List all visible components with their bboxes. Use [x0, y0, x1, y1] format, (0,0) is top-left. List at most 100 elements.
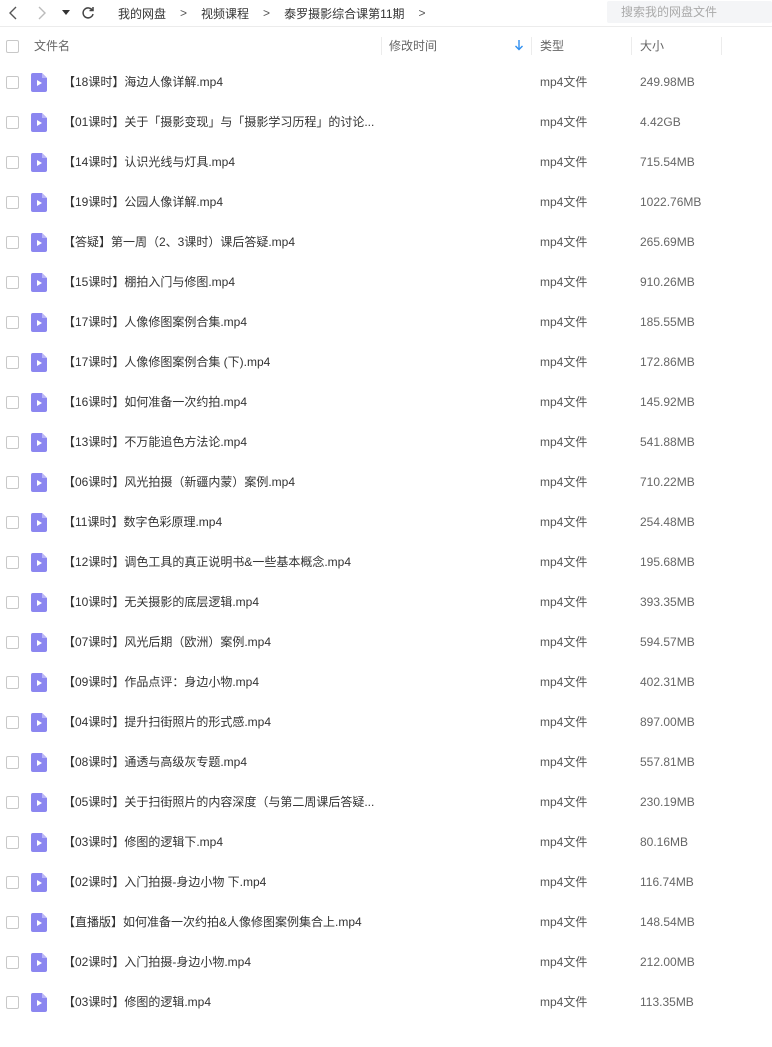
video-file-icon [31, 753, 47, 772]
row-checkbox[interactable] [6, 996, 19, 1009]
breadcrumb-separator: > [263, 6, 271, 20]
file-row[interactable]: 【11课时】数字色彩原理.mp4 mp4文件 254.48MB [0, 502, 772, 542]
column-header-modified[interactable]: 修改时间 [389, 33, 437, 59]
file-row[interactable]: 【03课时】修图的逻辑.mp4 mp4文件 113.35MB [0, 982, 772, 1022]
file-row[interactable]: 【12课时】调色工具的真正说明书&一些基本概念.mp4 mp4文件 195.68… [0, 542, 772, 582]
file-row[interactable]: 【15课时】棚拍入门与修图.mp4 mp4文件 910.26MB [0, 262, 772, 302]
column-header-name[interactable]: 文件名 [34, 33, 70, 59]
forward-button[interactable] [32, 3, 52, 23]
row-checkbox[interactable] [6, 276, 19, 289]
file-name[interactable]: 【01课时】关于「摄影变现」与「摄影学习历程」的讨论... [63, 102, 383, 142]
file-row[interactable]: 【14课时】认识光线与灯具.mp4 mp4文件 715.54MB [0, 142, 772, 182]
row-checkbox[interactable] [6, 436, 19, 449]
file-name[interactable]: 【03课时】修图的逻辑下.mp4 [63, 822, 383, 862]
row-checkbox[interactable] [6, 116, 19, 129]
file-row[interactable]: 【直播版】如何准备一次约拍&人像修图案例集合上.mp4 mp4文件 148.54… [0, 902, 772, 942]
file-name[interactable]: 【03课时】修图的逻辑.mp4 [63, 982, 383, 1022]
row-checkbox[interactable] [6, 556, 19, 569]
row-checkbox[interactable] [6, 956, 19, 969]
file-row[interactable]: 【04课时】提升扫街照片的形式感.mp4 mp4文件 897.00MB [0, 702, 772, 742]
file-row[interactable]: 【09课时】作品点评：身边小物.mp4 mp4文件 402.31MB [0, 662, 772, 702]
file-name[interactable]: 【08课时】通透与高级灰专题.mp4 [63, 742, 383, 782]
row-checkbox[interactable] [6, 236, 19, 249]
breadcrumb-item-current-folder[interactable]: 泰罗摄影综合课第11期 [284, 5, 404, 22]
history-dropdown-button[interactable] [58, 3, 74, 23]
sort-descending-icon[interactable] [514, 39, 524, 51]
file-row[interactable]: 【08课时】通透与高级灰专题.mp4 mp4文件 557.81MB [0, 742, 772, 782]
file-row[interactable]: 【05课时】关于扫街照片的内容深度（与第二周课后答疑... mp4文件 230.… [0, 782, 772, 822]
file-type: mp4文件 [540, 75, 588, 89]
file-row[interactable]: 【02课时】入门拍摄-身边小物 下.mp4 mp4文件 116.74MB [0, 862, 772, 902]
column-header-size[interactable]: 大小 [640, 33, 664, 59]
row-checkbox[interactable] [6, 476, 19, 489]
file-row[interactable]: 【10课时】无关摄影的底层逻辑.mp4 mp4文件 393.35MB [0, 582, 772, 622]
row-checkbox[interactable] [6, 76, 19, 89]
file-name[interactable]: 【15课时】棚拍入门与修图.mp4 [63, 262, 383, 302]
file-row[interactable]: 【16课时】如何准备一次约拍.mp4 mp4文件 145.92MB [0, 382, 772, 422]
file-row[interactable]: 【17课时】人像修图案例合集.mp4 mp4文件 185.55MB [0, 302, 772, 342]
file-row[interactable]: 【07课时】风光后期（欧洲）案例.mp4 mp4文件 594.57MB [0, 622, 772, 662]
file-name[interactable]: 【09课时】作品点评：身边小物.mp4 [63, 662, 383, 702]
row-checkbox[interactable] [6, 396, 19, 409]
row-checkbox[interactable] [6, 756, 19, 769]
file-type: mp4文件 [540, 915, 588, 929]
file-name[interactable]: 【直播版】如何准备一次约拍&人像修图案例集合上.mp4 [63, 902, 383, 942]
breadcrumb-expand[interactable]: > [419, 6, 426, 20]
row-checkbox[interactable] [6, 596, 19, 609]
file-name[interactable]: 【04课时】提升扫街照片的形式感.mp4 [63, 702, 383, 742]
file-name[interactable]: 【答疑】第一周（2、3课时）课后答疑.mp4 [63, 222, 383, 262]
video-file-icon [31, 233, 47, 252]
column-divider[interactable] [381, 37, 382, 55]
file-row[interactable]: 【答疑】第一周（2、3课时）课后答疑.mp4 mp4文件 265.69MB [0, 222, 772, 262]
file-row[interactable]: 【17课时】人像修图案例合集 (下).mp4 mp4文件 172.86MB [0, 342, 772, 382]
file-row[interactable]: 【06课时】风光拍摄（新疆内蒙）案例.mp4 mp4文件 710.22MB [0, 462, 772, 502]
file-size: 594.57MB [640, 635, 695, 649]
column-divider[interactable] [531, 37, 532, 55]
file-name[interactable]: 【13课时】不万能追色方法论.mp4 [63, 422, 383, 462]
row-checkbox[interactable] [6, 316, 19, 329]
file-type: mp4文件 [540, 995, 588, 1009]
row-checkbox[interactable] [6, 356, 19, 369]
row-checkbox[interactable] [6, 516, 19, 529]
select-all-checkbox[interactable] [6, 40, 19, 53]
search-input[interactable] [607, 1, 772, 23]
file-name[interactable]: 【07课时】风光后期（欧洲）案例.mp4 [63, 622, 383, 662]
file-row[interactable]: 【19课时】公园人像详解.mp4 mp4文件 1022.76MB [0, 182, 772, 222]
file-name[interactable]: 【10课时】无关摄影的底层逻辑.mp4 [63, 582, 383, 622]
back-button[interactable] [3, 3, 23, 23]
breadcrumb-item-root[interactable]: 我的网盘 [118, 5, 166, 22]
file-row[interactable]: 【02课时】入门拍摄-身边小物.mp4 mp4文件 212.00MB [0, 942, 772, 982]
file-name[interactable]: 【14课时】认识光线与灯具.mp4 [63, 142, 383, 182]
file-name[interactable]: 【17课时】人像修图案例合集.mp4 [63, 302, 383, 342]
row-checkbox[interactable] [6, 196, 19, 209]
file-row[interactable]: 【03课时】修图的逻辑下.mp4 mp4文件 80.16MB [0, 822, 772, 862]
refresh-button[interactable] [78, 3, 98, 23]
row-checkbox[interactable] [6, 876, 19, 889]
breadcrumb-item-video-courses[interactable]: 视频课程 [201, 5, 249, 22]
row-checkbox[interactable] [6, 716, 19, 729]
file-name[interactable]: 【19课时】公园人像详解.mp4 [63, 182, 383, 222]
file-name[interactable]: 【12课时】调色工具的真正说明书&一些基本概念.mp4 [63, 542, 383, 582]
file-name[interactable]: 【02课时】入门拍摄-身边小物.mp4 [63, 942, 383, 982]
file-name[interactable]: 【06课时】风光拍摄（新疆内蒙）案例.mp4 [63, 462, 383, 502]
file-size: 254.48MB [640, 515, 695, 529]
row-checkbox[interactable] [6, 836, 19, 849]
file-row[interactable]: 【01课时】关于「摄影变现」与「摄影学习历程」的讨论... mp4文件 4.42… [0, 102, 772, 142]
video-file-icon [31, 473, 47, 492]
row-checkbox[interactable] [6, 796, 19, 809]
column-header-type[interactable]: 类型 [540, 33, 564, 59]
column-divider[interactable] [721, 37, 722, 55]
file-name[interactable]: 【17课时】人像修图案例合集 (下).mp4 [63, 342, 383, 382]
row-checkbox[interactable] [6, 156, 19, 169]
file-name[interactable]: 【11课时】数字色彩原理.mp4 [63, 502, 383, 542]
file-name[interactable]: 【18课时】海边人像详解.mp4 [63, 62, 383, 102]
column-divider[interactable] [631, 37, 632, 55]
file-row[interactable]: 【13课时】不万能追色方法论.mp4 mp4文件 541.88MB [0, 422, 772, 462]
row-checkbox[interactable] [6, 636, 19, 649]
file-row[interactable]: 【18课时】海边人像详解.mp4 mp4文件 249.98MB [0, 62, 772, 102]
file-name[interactable]: 【02课时】入门拍摄-身边小物 下.mp4 [63, 862, 383, 902]
file-name[interactable]: 【16课时】如何准备一次约拍.mp4 [63, 382, 383, 422]
row-checkbox[interactable] [6, 676, 19, 689]
file-name[interactable]: 【05课时】关于扫街照片的内容深度（与第二周课后答疑... [63, 782, 383, 822]
row-checkbox[interactable] [6, 916, 19, 929]
